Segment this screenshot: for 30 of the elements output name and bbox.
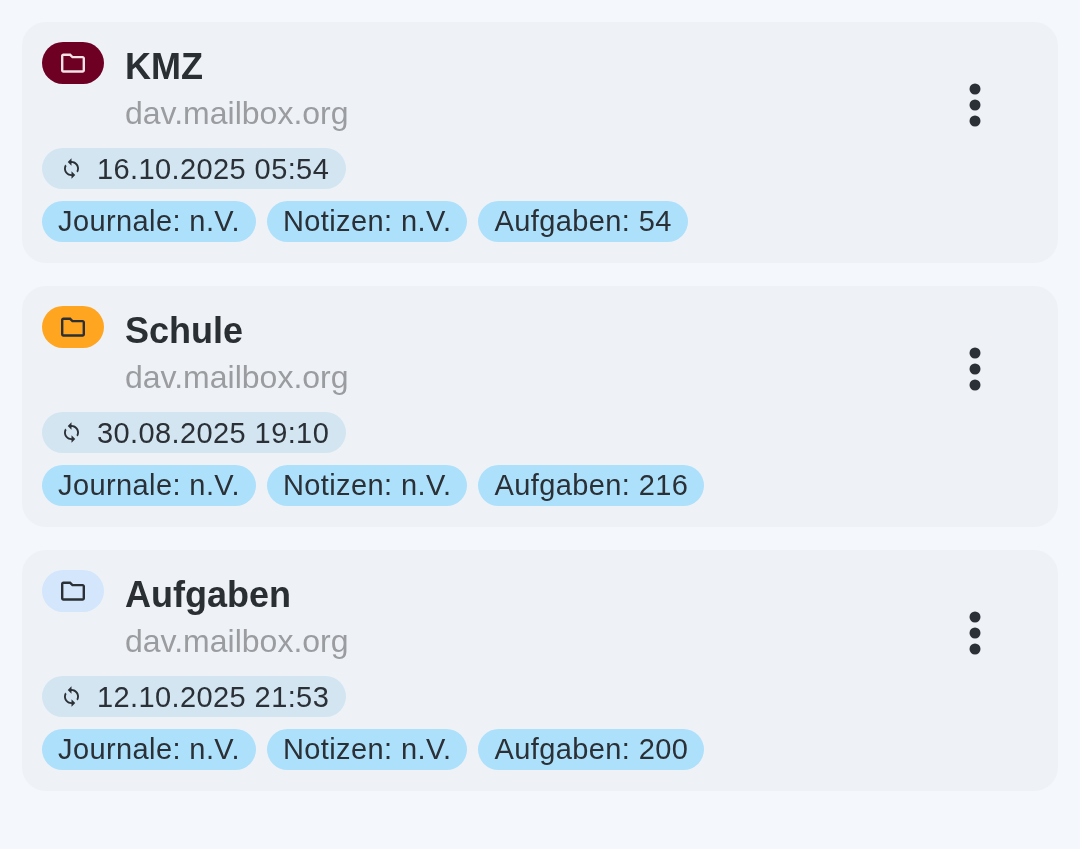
sync-icon	[64, 158, 79, 179]
server-address: dav.mailbox.org	[125, 94, 349, 133]
more-vertical-icon	[969, 347, 981, 391]
more-menu-button[interactable]	[969, 611, 981, 655]
count-tag: Notizen: n.V.	[266, 729, 468, 770]
server-address: dav.mailbox.org	[125, 622, 349, 661]
sync-time: 12.10.2025 21:53	[97, 679, 330, 714]
collection-title: KMZ	[125, 46, 203, 88]
count-tag: Journale: n.V.	[42, 465, 256, 506]
count-tag: Notizen: n.V.	[266, 465, 468, 506]
sync-icon	[64, 686, 79, 707]
more-vertical-icon	[969, 83, 981, 127]
count-tag: Journale: n.V.	[42, 201, 256, 242]
sync-time: 16.10.2025 05:54	[97, 151, 330, 186]
collection-card[interactable]: Aufgaben dav.mailbox.org 12.10.2025 21:53 Journale: n.V. Notizen: n.V. Aufgaben: 200	[22, 550, 1058, 791]
count-tag: Aufgaben: 216	[478, 465, 705, 506]
sync-icon	[64, 422, 79, 443]
collection-title: Aufgaben	[125, 574, 291, 616]
count-tag: Aufgaben: 200	[478, 729, 705, 770]
server-address: dav.mailbox.org	[125, 358, 349, 397]
collection-card[interactable]: Schule dav.mailbox.org 30.08.2025 19:10 Journale: n.V. Notizen: n.V. Aufgaben: 216	[22, 286, 1058, 527]
count-tag: Journale: n.V.	[42, 729, 256, 770]
count-tag: Notizen: n.V.	[266, 201, 468, 242]
count-tag: Aufgaben: 54	[478, 201, 688, 242]
more-menu-button[interactable]	[969, 83, 981, 127]
more-vertical-icon	[969, 611, 981, 655]
collection-title: Schule	[125, 310, 244, 352]
collection-card[interactable]: KMZ dav.mailbox.org 16.10.2025 05:54 Journale: n.V. Notizen: n.V. Aufgaben: 54	[22, 22, 1058, 263]
sync-time: 30.08.2025 19:10	[97, 415, 330, 450]
more-menu-button[interactable]	[969, 347, 981, 391]
